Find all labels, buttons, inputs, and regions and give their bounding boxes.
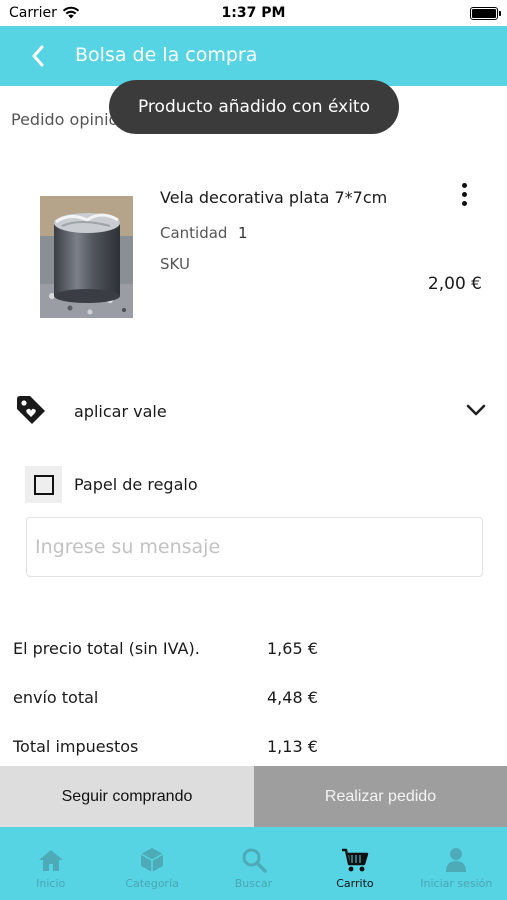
tab-label: Carrito (336, 877, 374, 890)
chevron-left-icon (32, 45, 44, 67)
quantity-label: Cantidad (160, 224, 228, 242)
voucher-label: aplicar vale (74, 402, 167, 421)
tag-icon (14, 394, 48, 432)
category-icon (138, 847, 166, 873)
checkbox-box (33, 474, 54, 495)
tab-search[interactable]: Buscar (203, 827, 304, 900)
total-value: 4,48 € (267, 688, 318, 707)
tab-label: Categoría (125, 877, 179, 890)
success-toast: Producto añadido con éxito (109, 80, 399, 134)
tab-cart[interactable]: Carrito (304, 827, 405, 900)
place-order-button[interactable]: Realizar pedido (254, 766, 507, 827)
more-vertical-icon[interactable] (452, 178, 476, 210)
total-label: Total impuestos (13, 737, 139, 756)
product-image[interactable] (40, 196, 133, 318)
battery-icon (470, 7, 501, 20)
gift-wrap-label: Papel de regalo (74, 475, 198, 494)
total-row-subtotal: El precio total (sin IVA). 1,65 € (0, 639, 507, 667)
quantity-value: 1 (238, 224, 248, 242)
total-row-shipping: envío total 4,48 € (0, 688, 507, 716)
product-price: 2,00 € (427, 274, 482, 294)
total-value: 1,13 € (267, 737, 318, 756)
gift-wrap-checkbox[interactable] (25, 466, 62, 503)
user-icon (442, 847, 470, 873)
clock: 1:37 PM (221, 5, 286, 21)
status-bar: Carrier 1:37 PM (0, 0, 507, 26)
toast-message: Producto añadido con éxito (137, 97, 370, 117)
tab-label: Iniciar sesión (420, 877, 493, 890)
product-name[interactable]: Vela decorativa plata 7*7cm (160, 188, 387, 207)
tab-login[interactable]: Iniciar sesión (406, 827, 507, 900)
total-label: envío total (13, 688, 99, 707)
chevron-down-icon[interactable] (466, 402, 486, 421)
tab-home[interactable]: Inicio (0, 827, 101, 900)
voucher-row[interactable]: aplicar vale (0, 390, 507, 434)
tab-label: Inicio (36, 877, 66, 890)
message-input[interactable] (26, 517, 483, 577)
page-title: Bolsa de la compra (75, 44, 258, 66)
app-header: Bolsa de la compra (0, 26, 507, 86)
tab-category[interactable]: Categoría (101, 827, 202, 900)
search-icon (240, 847, 268, 873)
tab-bar: Inicio Categoría Buscar Carrito Iniciar … (0, 827, 507, 900)
cart-actions: Seguir comprando Realizar pedido (0, 766, 507, 827)
total-label: El precio total (sin IVA). (13, 639, 200, 658)
cart-icon (341, 847, 369, 873)
back-button[interactable] (20, 40, 56, 72)
tab-label: Buscar (234, 877, 273, 890)
total-row-taxes: Total impuestos 1,13 € (0, 737, 507, 765)
continue-shopping-button[interactable]: Seguir comprando (0, 766, 254, 827)
home-icon (37, 847, 65, 873)
sku-label: SKU (160, 255, 190, 273)
total-value: 1,65 € (267, 639, 318, 658)
